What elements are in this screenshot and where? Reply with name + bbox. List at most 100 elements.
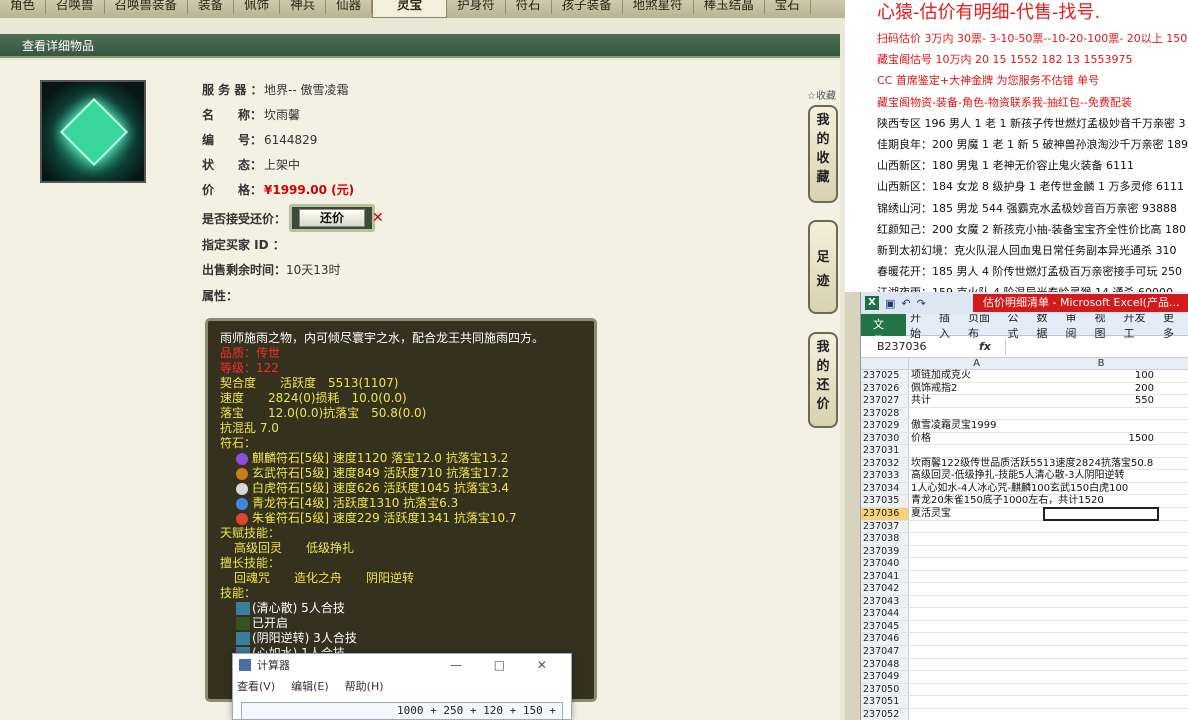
row-header[interactable]: 237044 (861, 608, 909, 620)
cell-b[interactable] (1044, 458, 1158, 470)
row-header[interactable]: 237037 (861, 520, 909, 533)
column-a-header[interactable]: A (909, 358, 1044, 369)
cell-a[interactable]: 共计 (909, 395, 1044, 407)
row-header[interactable]: 237043 (861, 595, 909, 608)
tab-11[interactable]: 地煞星符 (623, 0, 694, 14)
row-header[interactable]: 237052 (861, 708, 909, 720)
row-header[interactable]: 237032 (861, 457, 909, 470)
cell-b[interactable] (1044, 596, 1158, 608)
row-header[interactable]: 237050 (861, 683, 909, 696)
tab-13[interactable]: 宝石 (765, 0, 811, 14)
cell-a[interactable] (909, 646, 1044, 658)
tab-10[interactable]: 孩子装备 (552, 0, 623, 14)
menu-help[interactable]: 帮助(H) (345, 678, 384, 694)
cell-a[interactable] (909, 445, 1044, 457)
cell-a[interactable] (909, 709, 1044, 720)
tab-2[interactable]: 召唤兽装备 (105, 0, 189, 14)
row-header[interactable]: 237026 (861, 382, 909, 395)
cell-a[interactable] (909, 608, 1044, 620)
side-button-footprint[interactable]: 足迹 (808, 220, 838, 314)
row-header[interactable]: 237035 (861, 495, 909, 508)
row-header[interactable]: 237046 (861, 633, 909, 646)
tab-8[interactable]: 护身符 (447, 0, 506, 14)
window-controls[interactable]: — □ ✕ (450, 658, 561, 672)
tab-5[interactable]: 神兵 (280, 0, 327, 14)
cell-b[interactable] (1043, 507, 1159, 521)
row-header[interactable]: 237025 (861, 370, 909, 382)
cell-a[interactable] (909, 696, 1044, 708)
cell-a[interactable]: 佩饰戒指2 (909, 383, 1044, 395)
cell-a[interactable]: 坎雨馨122级传世品质活跃5513速度2824抗落宝50.8 (909, 458, 1153, 470)
cell-b[interactable] (1044, 621, 1158, 633)
cell-b[interactable]: 1500 (1044, 433, 1158, 445)
side-button-bargains[interactable]: 我的还价 (808, 332, 838, 428)
cell-a[interactable]: 青龙20朱雀150底子1000左右，共计1520 (909, 495, 1104, 507)
cell-a[interactable]: 价格 (909, 433, 1044, 445)
cell-a[interactable] (909, 596, 1044, 608)
cell-b[interactable] (1044, 608, 1158, 620)
tab-4[interactable]: 佩饰 (234, 0, 281, 14)
cell-a[interactable] (909, 621, 1044, 633)
cell-a[interactable] (909, 408, 1044, 420)
cell-a[interactable] (909, 546, 1044, 558)
cell-b[interactable] (1044, 445, 1158, 457)
cell-a[interactable] (909, 671, 1044, 683)
cell-a[interactable] (909, 533, 1044, 545)
cell-b[interactable] (1044, 483, 1158, 495)
cell-b[interactable] (1044, 583, 1158, 595)
row-header[interactable]: 237042 (861, 583, 909, 595)
row-header[interactable]: 237047 (861, 646, 909, 658)
row-header[interactable]: 237049 (861, 671, 909, 683)
row-header[interactable]: 237045 (861, 620, 909, 633)
row-header[interactable]: 237036 (861, 508, 909, 520)
cell-a[interactable] (909, 684, 1044, 696)
cell-b[interactable] (1044, 408, 1158, 420)
save-icon[interactable]: ▣ (885, 297, 895, 310)
corner-cell[interactable] (861, 358, 909, 369)
row-header[interactable]: 237034 (861, 482, 909, 495)
row-header[interactable]: 237048 (861, 658, 909, 671)
cell-a[interactable] (909, 633, 1044, 645)
cell-a[interactable]: 1人心如水-4人冰心咒-麒麟100玄武150白虎100 (909, 483, 1128, 495)
row-header[interactable]: 237038 (861, 533, 909, 545)
cell-b[interactable] (1044, 521, 1158, 533)
row-header[interactable]: 237051 (861, 696, 909, 708)
cell-b[interactable] (1044, 470, 1158, 482)
tab-9[interactable]: 符石 (506, 0, 552, 14)
cell-b[interactable] (1044, 546, 1158, 558)
cell-a[interactable] (909, 659, 1044, 671)
cell-b[interactable] (1044, 633, 1158, 645)
redo-icon[interactable]: ↷ (917, 297, 926, 310)
tab-12[interactable]: 棒玉结晶 (694, 0, 765, 14)
cell-b[interactable] (1044, 696, 1158, 708)
row-header[interactable]: 237039 (861, 545, 909, 558)
name-box[interactable]: B237036 (861, 340, 979, 353)
menu-edit[interactable]: 编辑(E) (291, 678, 329, 694)
cell-b[interactable] (1044, 420, 1158, 432)
cell-b[interactable]: 100 (1044, 370, 1158, 382)
cell-a[interactable] (909, 571, 1044, 583)
cell-a[interactable]: 夏活灵宝 (909, 508, 1044, 520)
cell-b[interactable] (1044, 558, 1158, 570)
side-button-favorites[interactable]: 我的收藏 (808, 105, 838, 203)
cell-a[interactable]: 高级回灵-低级挣扎-技能5人清心散-3人阴阳逆转 (909, 470, 1125, 482)
row-header[interactable]: 237029 (861, 420, 909, 432)
cell-a[interactable] (909, 583, 1044, 595)
tab-7[interactable]: 灵宝 (372, 0, 448, 18)
cell-b[interactable] (1044, 571, 1158, 583)
tab-3[interactable]: 装备 (188, 0, 235, 14)
cell-b[interactable] (1044, 671, 1158, 683)
tab-6[interactable]: 仙器 (326, 0, 373, 14)
cell-a[interactable] (909, 521, 1044, 533)
cell-b[interactable]: 550 (1044, 395, 1158, 407)
row-header[interactable]: 237041 (861, 570, 909, 583)
favorite-link[interactable]: ☆收藏 (807, 87, 836, 102)
cell-b[interactable]: 200 (1044, 383, 1158, 395)
tab-file[interactable]: 文件 (861, 313, 906, 347)
tab-0[interactable]: 角色 (0, 0, 47, 14)
cell-b[interactable] (1044, 646, 1158, 658)
row-header[interactable]: 237030 (861, 432, 909, 445)
cell-b[interactable] (1044, 709, 1158, 720)
cell-b[interactable] (1044, 659, 1158, 671)
row-header[interactable]: 237040 (861, 558, 909, 570)
